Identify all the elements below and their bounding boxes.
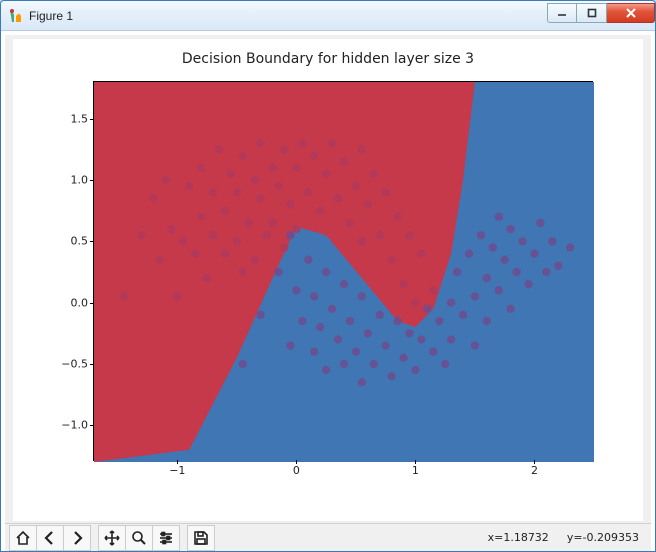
xtick-label: 2 bbox=[531, 464, 538, 477]
figure-canvas[interactable]: Decision Boundary for hidden layer size … bbox=[13, 39, 643, 521]
ytick-label: −0.5 bbox=[61, 357, 88, 370]
titlebar[interactable]: Figure 1 bbox=[1, 1, 655, 31]
ytick-label: 1.0 bbox=[71, 174, 89, 187]
window-controls bbox=[547, 3, 655, 23]
back-button[interactable] bbox=[36, 525, 64, 551]
configure-button[interactable] bbox=[152, 525, 180, 551]
ytick-label: 0.5 bbox=[71, 235, 89, 248]
window-title: Figure 1 bbox=[29, 9, 547, 23]
chart-axes: −1.0−0.50.00.51.01.5−1012 bbox=[93, 81, 593, 461]
app-window: Figure 1 Decision Boundary for hidden la… bbox=[0, 0, 656, 552]
ytick-label: −1.0 bbox=[61, 419, 88, 432]
xtick-label: −1 bbox=[169, 464, 185, 477]
xtick-label: 0 bbox=[293, 464, 300, 477]
plot-surface bbox=[94, 82, 594, 462]
ytick-label: 1.5 bbox=[71, 112, 89, 125]
app-icon bbox=[7, 8, 23, 24]
plot-toolbar: x=1.18732 y=-0.209353 bbox=[5, 523, 651, 551]
maximize-button[interactable] bbox=[577, 3, 607, 23]
ytick-label: 0.0 bbox=[71, 296, 89, 309]
pan-button[interactable] bbox=[98, 525, 126, 551]
zoom-button[interactable] bbox=[125, 525, 153, 551]
cursor-coordinates: x=1.18732 y=-0.209353 bbox=[488, 531, 647, 544]
chart-title: Decision Boundary for hidden layer size … bbox=[13, 39, 643, 67]
minimize-button[interactable] bbox=[547, 3, 577, 23]
forward-button[interactable] bbox=[63, 525, 91, 551]
cursor-y: y=-0.209353 bbox=[567, 531, 639, 544]
xtick-label: 1 bbox=[412, 464, 419, 477]
window-content: Decision Boundary for hidden layer size … bbox=[1, 31, 655, 551]
save-button[interactable] bbox=[187, 525, 215, 551]
home-button[interactable] bbox=[9, 525, 37, 551]
cursor-x: x=1.18732 bbox=[488, 531, 549, 544]
close-button[interactable] bbox=[607, 3, 655, 23]
